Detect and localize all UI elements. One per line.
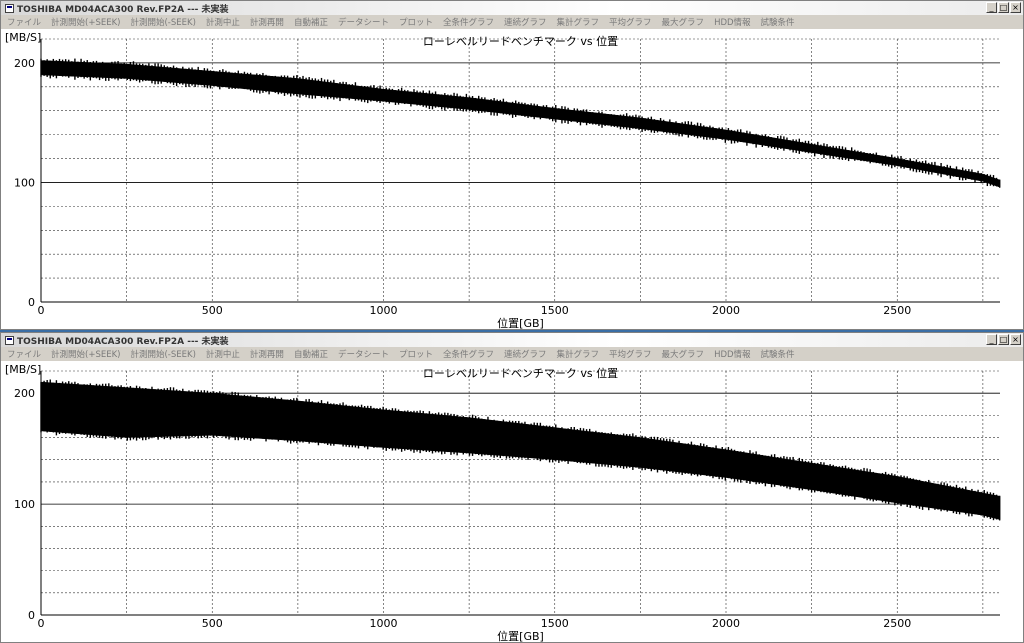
menu-bar: ファイル 計測開始(+SEEK) 計測開始(-SEEK) 計測中止 計測再開 自… xyxy=(1,347,1023,361)
x-tick-label: 2500 xyxy=(883,617,911,630)
benchmark-window-1[interactable]: TOSHIBA MD04ACA300 Rev.FP2A --- 未実装 _ □ … xyxy=(0,0,1024,330)
x-tick-label: 1000 xyxy=(370,617,398,630)
menu-datasheet[interactable]: データシート xyxy=(338,16,389,28)
x-tick-label: 2000 xyxy=(712,304,740,317)
y-axis-unit: [MB/S] xyxy=(5,363,41,376)
menu-stop[interactable]: 計測中止 xyxy=(206,348,240,360)
app-icon[interactable] xyxy=(5,335,14,345)
menu-bar: ファイル 計測開始(+SEEK) 計測開始(-SEEK) 計測中止 計測再開 自… xyxy=(1,15,1023,29)
x-tick-label: 500 xyxy=(202,304,223,317)
menu-test-conditions[interactable]: 試験条件 xyxy=(761,16,795,28)
menu-resume[interactable]: 計測再開 xyxy=(250,348,284,360)
benchmark-chart: 01002000 500 1000 1500 2000 2500[MB/S] ローレベルリー… xyxy=(3,30,1001,329)
x-tick-label: 0 xyxy=(38,617,45,630)
title-bar[interactable]: TOSHIBA MD04ACA300 Rev.FP2A --- 未実装 _ □ … xyxy=(1,333,1023,347)
menu-start-minus-seek[interactable]: 計測開始(-SEEK) xyxy=(130,16,195,28)
y-tick-label: 100 xyxy=(14,498,35,511)
menu-start-plus-seek[interactable]: 計測開始(+SEEK) xyxy=(51,348,120,360)
menu-hdd-info[interactable]: HDD情報 xyxy=(714,16,750,28)
x-tick-label: 0 xyxy=(38,304,45,317)
benchmark-window-2[interactable]: TOSHIBA MD04ACA300 Rev.FP2A --- 未実装 _ □ … xyxy=(0,332,1024,643)
y-tick-label: 200 xyxy=(14,57,35,70)
x-tick-label: 1500 xyxy=(541,304,569,317)
title-bar[interactable]: TOSHIBA MD04ACA300 Rev.FP2A --- 未実装 _ □ … xyxy=(1,1,1023,15)
y-tick-label: 100 xyxy=(14,176,35,189)
y-tick-label: 0 xyxy=(28,609,35,622)
x-tick-label: 1500 xyxy=(541,617,569,630)
chart-title: ローレベルリードベンチマーク vs 位置 xyxy=(423,366,618,380)
menu-average-graph[interactable]: 平均グラフ xyxy=(609,348,652,360)
window-title: TOSHIBA MD04ACA300 Rev.FP2A --- 未実装 xyxy=(17,336,229,347)
menu-max-graph[interactable]: 最大グラフ xyxy=(662,348,705,360)
x-tick-label: 1000 xyxy=(370,304,398,317)
menu-start-plus-seek[interactable]: 計測開始(+SEEK) xyxy=(51,16,120,28)
menu-all-conditions-graph[interactable]: 全条件グラフ xyxy=(443,348,494,360)
menu-datasheet[interactable]: データシート xyxy=(338,348,389,360)
minimize-button[interactable]: _ xyxy=(986,2,997,13)
chart-title: ローレベルリードベンチマーク vs 位置 xyxy=(423,34,618,48)
close-button[interactable]: × xyxy=(1010,2,1021,13)
menu-file[interactable]: ファイル xyxy=(7,348,41,360)
x-axis-label: 位置[GB] xyxy=(497,316,544,329)
menu-continuous-graph[interactable]: 連続グラフ xyxy=(504,16,547,28)
chart-area: 0 100 200 0 500 1000 1500 2000 2500 [MB/S] ローレベルリー… xyxy=(1,361,1023,642)
menu-plot[interactable]: プロット xyxy=(399,16,433,28)
close-button[interactable]: × xyxy=(1010,334,1021,345)
menu-auto-correct[interactable]: 自動補正 xyxy=(294,16,328,28)
menu-file[interactable]: ファイル xyxy=(7,16,41,28)
y-tick-label: 0 xyxy=(28,296,35,309)
menu-hdd-info[interactable]: HDD情報 xyxy=(714,348,750,360)
menu-summary-graph[interactable]: 集計グラフ xyxy=(557,348,600,360)
menu-max-graph[interactable]: 最大グラフ xyxy=(662,16,705,28)
minimize-button[interactable]: _ xyxy=(986,334,997,345)
y-axis-unit: [MB/S] xyxy=(5,31,41,44)
menu-test-conditions[interactable]: 試験条件 xyxy=(761,348,795,360)
x-tick-label: 500 xyxy=(202,617,223,630)
benchmark-chart: 01002000 500 1000 1500 2000 2500[MB/S] ローレベルリー… xyxy=(3,362,1001,642)
window-title: TOSHIBA MD04ACA300 Rev.FP2A --- 未実装 xyxy=(17,4,229,15)
x-tick-label: 2000 xyxy=(712,617,740,630)
menu-all-conditions-graph[interactable]: 全条件グラフ xyxy=(443,16,494,28)
menu-stop[interactable]: 計測中止 xyxy=(206,16,240,28)
chart-area: 0 100 200 0 500 1000 1500 2000 2500 [MB/S] ローレベルリー… xyxy=(1,29,1023,329)
y-tick-label: 200 xyxy=(14,387,35,400)
data-band xyxy=(40,60,1001,188)
data-band xyxy=(40,381,1001,520)
menu-auto-correct[interactable]: 自動補正 xyxy=(294,348,328,360)
menu-plot[interactable]: プロット xyxy=(399,348,433,360)
maximize-button[interactable]: □ xyxy=(998,2,1009,13)
menu-average-graph[interactable]: 平均グラフ xyxy=(609,16,652,28)
app-icon[interactable] xyxy=(5,3,14,13)
maximize-button[interactable]: □ xyxy=(998,334,1009,345)
menu-start-minus-seek[interactable]: 計測開始(-SEEK) xyxy=(130,348,195,360)
x-axis-label: 位置[GB] xyxy=(497,629,544,642)
menu-continuous-graph[interactable]: 連続グラフ xyxy=(504,348,547,360)
x-tick-label: 2500 xyxy=(883,304,911,317)
menu-resume[interactable]: 計測再開 xyxy=(250,16,284,28)
menu-summary-graph[interactable]: 集計グラフ xyxy=(557,16,600,28)
